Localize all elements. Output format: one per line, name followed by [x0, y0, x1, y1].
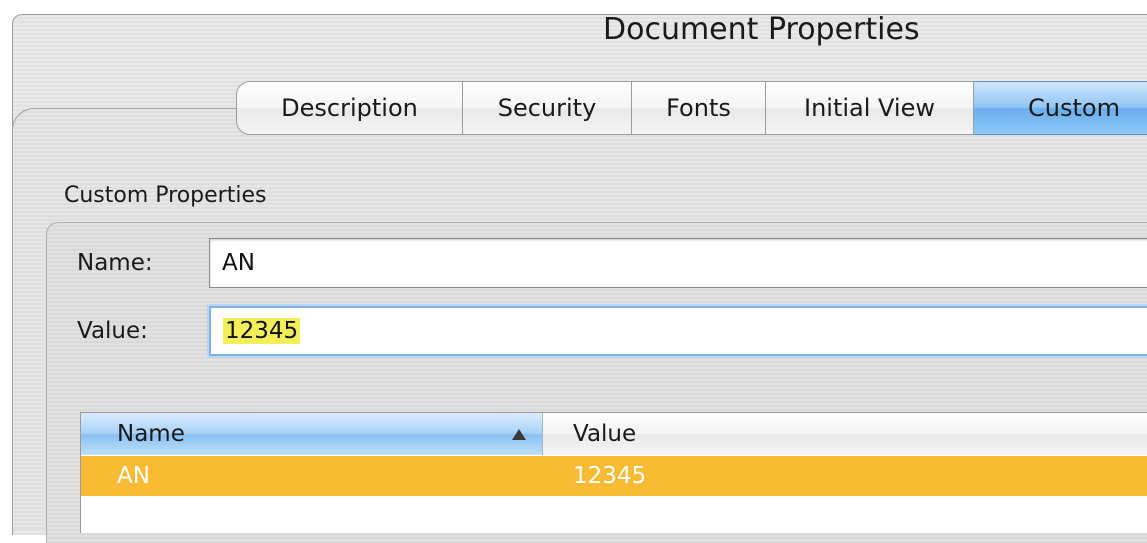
table-cell-value: 12345 — [573, 463, 647, 489]
window-title: Document Properties — [603, 12, 920, 47]
tab-security[interactable]: Security — [463, 81, 632, 135]
title-bar — [13, 15, 1147, 77]
name-label: Name: — [77, 250, 153, 276]
column-header-name[interactable]: Name — [81, 413, 543, 455]
name-field-value: AN — [222, 250, 255, 276]
column-header-name-label: Name — [117, 421, 185, 447]
custom-properties-table: Name Value AN 12345 — [80, 412, 1147, 533]
tab-fonts[interactable]: Fonts — [632, 81, 766, 135]
sort-ascending-icon — [512, 429, 526, 440]
table-header: Name Value — [81, 413, 1147, 455]
tab-bar: Description Security Fonts Initial View … — [236, 81, 1147, 135]
tab-custom[interactable]: Custom — [974, 81, 1147, 135]
value-field-selected-text: 12345 — [223, 318, 301, 344]
column-header-value-label: Value — [573, 421, 637, 447]
column-header-value[interactable]: Value — [543, 413, 1147, 455]
value-field[interactable]: 12345 — [209, 306, 1147, 356]
name-field[interactable]: AN — [209, 238, 1147, 288]
value-label: Value: — [77, 318, 148, 344]
tab-description[interactable]: Description — [236, 81, 463, 135]
table-cell-name: AN — [117, 463, 150, 489]
custom-properties-heading: Custom Properties — [64, 183, 267, 208]
table-row[interactable]: AN 12345 — [81, 456, 1147, 496]
tab-initial-view[interactable]: Initial View — [766, 81, 974, 135]
